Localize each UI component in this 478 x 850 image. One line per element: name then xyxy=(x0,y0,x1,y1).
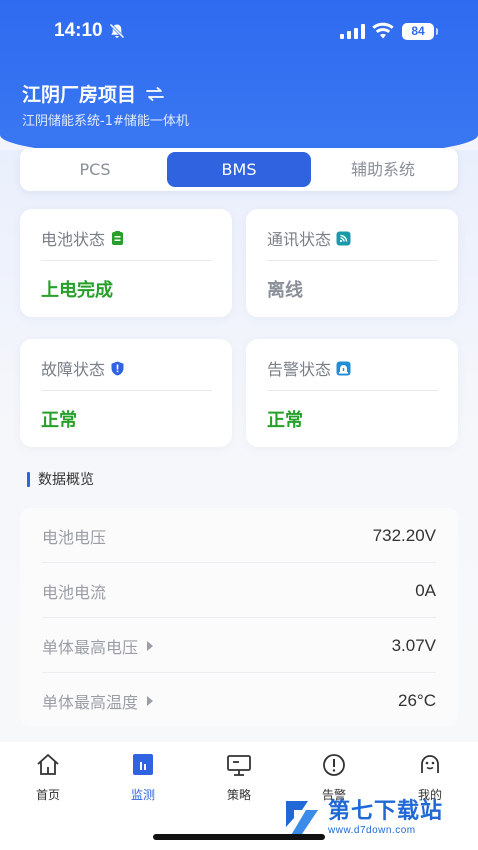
card-label: 故障状态 xyxy=(41,360,106,379)
cell-signal-icon xyxy=(340,24,365,39)
project-title: 江阴厂房项目 xyxy=(22,84,137,106)
signal-icon xyxy=(336,231,351,245)
tab-auxiliary[interactable]: 辅助系统 xyxy=(311,152,455,187)
battery-status-card: 电池状态 上电完成 xyxy=(20,209,232,317)
communication-status-card: 通讯状态 离线 xyxy=(246,209,458,317)
row-value: 0A xyxy=(415,580,436,600)
watermark-sub: www.d7down.com xyxy=(328,825,416,836)
battery-indicator: 84 xyxy=(402,23,438,40)
home-indicator[interactable] xyxy=(153,834,325,840)
watermark-logo xyxy=(286,801,318,837)
section-accent-bar xyxy=(27,471,30,487)
shield-icon xyxy=(111,361,124,375)
card-label: 电池状态 xyxy=(41,230,106,249)
section-title: 数据概览 xyxy=(38,472,94,488)
data-overview-list: 电池电压 732.20V 电池电流 0A 单体最高电压 3.07V 单体最高温度… xyxy=(20,508,458,726)
divider xyxy=(41,260,212,261)
nav-strategy[interactable]: 策略 xyxy=(204,752,274,803)
nav-alerts[interactable]: 告警 xyxy=(299,752,369,803)
mute-bell-icon xyxy=(109,23,125,39)
card-label: 告警状态 xyxy=(267,360,332,379)
device-tabs: PCS BMS 辅助系统 xyxy=(20,148,458,191)
tab-bms[interactable]: BMS xyxy=(167,152,311,187)
communication-status-value: 离线 xyxy=(267,280,303,301)
data-row-battery-current: 电池电流 0A xyxy=(20,563,458,618)
nav-monitor[interactable]: 监测 xyxy=(108,752,178,803)
project-subtitle: 江阴储能系统-1#储能一体机 xyxy=(22,114,189,129)
tab-pcs[interactable]: PCS xyxy=(23,152,167,187)
nav-profile[interactable]: 我的 xyxy=(395,752,465,803)
row-label: 电池电压 xyxy=(42,527,107,547)
monitor-icon xyxy=(133,754,153,775)
wifi-icon xyxy=(372,22,394,39)
expand-arrow-icon[interactable] xyxy=(147,640,154,651)
card-label: 通讯状态 xyxy=(267,230,332,249)
strategy-icon xyxy=(227,755,251,776)
expand-arrow-icon[interactable] xyxy=(147,695,154,706)
data-row-max-cell-temperature[interactable]: 单体最高温度 26°C xyxy=(20,673,458,728)
nav-label: 策略 xyxy=(226,788,251,802)
alarm-status-card: 告警状态 正常 xyxy=(246,339,458,447)
alarm-status-value: 正常 xyxy=(267,410,303,431)
row-label: 单体最高温度 xyxy=(42,692,139,712)
divider xyxy=(267,260,438,261)
divider xyxy=(41,390,212,391)
profile-icon xyxy=(421,755,439,773)
fault-status-value: 正常 xyxy=(41,410,77,431)
divider xyxy=(267,390,438,391)
data-row-battery-voltage: 电池电压 732.20V xyxy=(20,508,458,563)
alert-icon xyxy=(323,754,345,776)
project-selector[interactable]: 江阴厂房项目 xyxy=(22,80,164,107)
fault-status-card: 故障状态 正常 xyxy=(20,339,232,447)
row-value: 26°C xyxy=(398,690,436,710)
data-row-max-cell-voltage[interactable]: 单体最高电压 3.07V xyxy=(20,618,458,673)
section-header: 数据概览 xyxy=(27,469,94,489)
status-bar: 14:10 84 xyxy=(0,0,478,64)
swap-icon[interactable] xyxy=(146,86,164,101)
row-value: 3.07V xyxy=(391,635,436,655)
nav-label: 首页 xyxy=(35,788,60,802)
battery-status-value: 上电完成 xyxy=(41,280,113,301)
nav-home[interactable]: 首页 xyxy=(13,752,83,803)
alarm-icon xyxy=(336,361,351,375)
battery-icon xyxy=(112,230,124,245)
nav-label: 监测 xyxy=(130,788,155,802)
status-time: 14:10 xyxy=(54,20,103,41)
row-label: 电池电流 xyxy=(42,582,107,602)
row-label-wrap: 单体最高温度 xyxy=(42,689,154,713)
row-value: 732.20V xyxy=(372,525,436,545)
home-icon xyxy=(37,754,59,775)
row-label-wrap: 单体最高电压 xyxy=(42,634,154,658)
watermark: 第七下载站 www.d7down.com xyxy=(282,797,443,839)
watermark-text: 第七下载站 www.d7down.com xyxy=(328,799,443,837)
row-label: 单体最高电压 xyxy=(42,637,139,657)
watermark-main: 第七下载站 xyxy=(328,799,444,824)
